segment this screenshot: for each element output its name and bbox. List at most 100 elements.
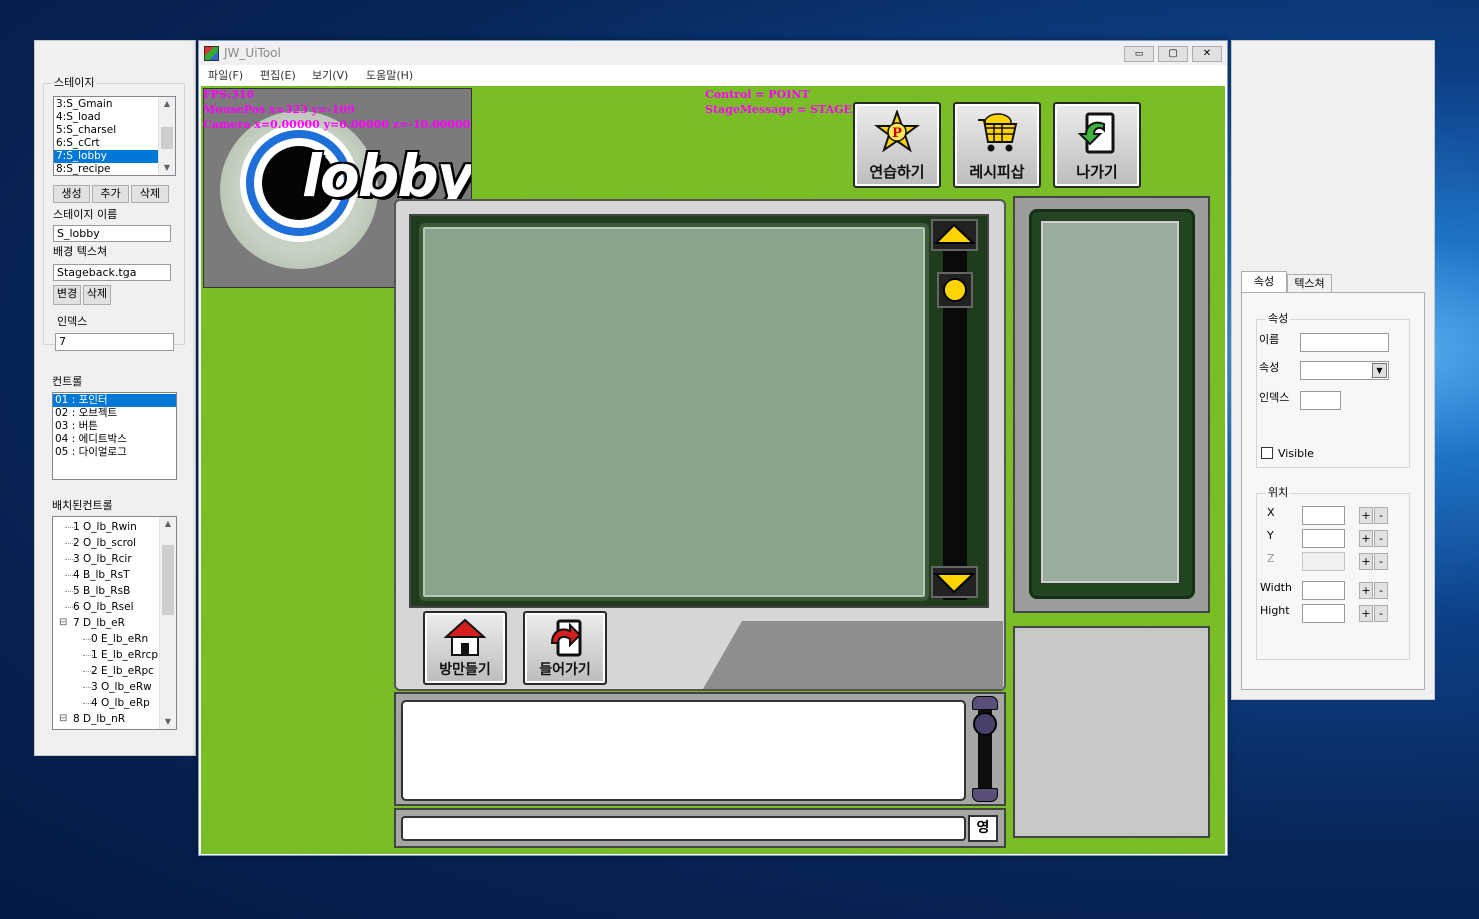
- room-scroll-up-button[interactable]: [931, 219, 978, 251]
- maximize-button[interactable]: ▢: [1158, 46, 1188, 62]
- change-texture-button[interactable]: 변경: [53, 285, 81, 305]
- menu-help[interactable]: 도움말(H): [366, 69, 413, 82]
- tree-node[interactable]: 2 O_lb_scrol: [53, 535, 176, 551]
- stage-list-item[interactable]: 7:S_lobby: [54, 150, 175, 163]
- tree-node-label: 0 E_lb_eRn: [91, 633, 149, 645]
- chat-scroll-thumb[interactable]: [973, 712, 997, 736]
- tree-node[interactable]: 3 O_lb_eRw: [53, 679, 176, 695]
- stage-list-item[interactable]: 8:S_recipe: [54, 163, 175, 175]
- tree-node[interactable]: 1 O_lb_Rwin: [53, 519, 176, 535]
- tree-node[interactable]: ⊟ 7 D_lb_eR: [53, 615, 176, 631]
- language-toggle-button[interactable]: 영: [968, 815, 998, 842]
- scroll-thumb[interactable]: [161, 127, 173, 149]
- stage-list-item[interactable]: 5:S_charsel: [54, 124, 175, 137]
- scroll-up-icon[interactable]: ▲: [160, 517, 176, 531]
- create-stage-button[interactable]: 생성: [53, 185, 90, 203]
- close-button[interactable]: ✕: [1192, 46, 1222, 62]
- bg-texture-input[interactable]: Stageback.tga: [53, 264, 171, 281]
- tree-node[interactable]: 1 E_lb_eRrcp: [53, 647, 176, 663]
- menu-edit[interactable]: 편집(E): [260, 69, 296, 82]
- y-plus-button[interactable]: +: [1359, 530, 1373, 547]
- tree-node[interactable]: 4 B_lb_RsT: [53, 567, 176, 583]
- menu-view[interactable]: 보기(V): [312, 69, 348, 82]
- scroll-thumb[interactable]: [162, 545, 174, 615]
- tree-node[interactable]: 5 B_lb_RsB: [53, 583, 176, 599]
- width-input[interactable]: [1302, 581, 1345, 600]
- index-label: 인덱스: [57, 315, 88, 328]
- control-list-item[interactable]: 02 : 오브젝트: [53, 407, 176, 420]
- minimize-button[interactable]: ▭: [1124, 46, 1154, 62]
- index-input[interactable]: 7: [55, 333, 174, 351]
- enter-room-button[interactable]: 들어가기: [523, 611, 607, 685]
- stage-list-item[interactable]: 3:S_Gmain: [54, 98, 175, 111]
- tree-node[interactable]: 6 O_lb_Rsel: [53, 599, 176, 615]
- stage-list[interactable]: 3:S_Gmain 4:S_load 5:S_charsel 6:S_cCrt 7:S_…: [53, 96, 176, 176]
- stage-name-input[interactable]: S_lobby: [53, 225, 171, 242]
- room-list-screen[interactable]: [419, 223, 929, 601]
- room-scroll-down-button[interactable]: [931, 566, 978, 598]
- chat-scroll-down-button[interactable]: [972, 788, 998, 802]
- control-list-item[interactable]: 01 : 포인터: [53, 394, 176, 407]
- delete-texture-button[interactable]: 삭제: [83, 285, 111, 305]
- tree-scrollbar[interactable]: ▲ ▼: [159, 517, 176, 729]
- control-list-item[interactable]: 03 : 버튼: [53, 420, 176, 433]
- stage-list-scrollbar[interactable]: ▲ ▼: [158, 97, 175, 175]
- height-input[interactable]: [1302, 604, 1345, 623]
- control-list-item[interactable]: 05 : 다이얼로그: [53, 446, 176, 459]
- placed-controls-tree[interactable]: 1 O_lb_Rwin 2 O_lb_scrol 3 O_lb_Rcir 4 B_lb…: [52, 516, 177, 730]
- title-bar[interactable]: JW_UiTool ▭ ▢ ✕: [199, 41, 1227, 65]
- tree-expander-icon[interactable]: ⊟: [59, 711, 67, 727]
- tree-node[interactable]: 2 E_lb_eRpc: [53, 663, 176, 679]
- user-info-screen[interactable]: [1041, 221, 1179, 583]
- stage-list-item[interactable]: 4:S_load: [54, 111, 175, 124]
- tree-expander-icon[interactable]: ⊟: [59, 615, 67, 631]
- make-room-label: 방만들기: [439, 662, 491, 678]
- room-scroll-thumb[interactable]: [937, 272, 973, 308]
- scroll-down-icon[interactable]: ▼: [159, 161, 175, 175]
- x-plus-button[interactable]: +: [1359, 507, 1373, 524]
- name-input[interactable]: [1300, 333, 1389, 352]
- tree-node[interactable]: ⊟ 8 D_lb_nR: [53, 711, 176, 727]
- make-room-button[interactable]: 방만들기: [423, 611, 507, 685]
- prop-index-input[interactable]: [1300, 391, 1341, 410]
- y-input[interactable]: [1302, 529, 1345, 548]
- y-minus-button[interactable]: -: [1374, 530, 1388, 547]
- exit-button[interactable]: 나가기: [1053, 102, 1141, 188]
- delete-stage-button[interactable]: 삭제: [131, 185, 169, 203]
- stage-list-item[interactable]: 6:S_cCrt: [54, 137, 175, 150]
- tree-node[interactable]: 4 O_lb_eRp: [53, 695, 176, 711]
- height-label: Hight: [1260, 604, 1290, 617]
- width-plus-button[interactable]: +: [1359, 582, 1373, 599]
- debug-mouse-pos: MousePos x=323 y=-109: [203, 103, 355, 116]
- control-list-item[interactable]: 04 : 에디트박스: [53, 433, 176, 446]
- scroll-up-icon[interactable]: ▲: [159, 97, 175, 111]
- width-label: Width: [1260, 581, 1292, 594]
- chat-input[interactable]: [401, 816, 966, 841]
- tree-node-label: 5 B_lb_RsB: [73, 585, 131, 597]
- z-minus-button[interactable]: -: [1374, 553, 1388, 570]
- control-list[interactable]: 01 : 포인터 02 : 오브젝트 03 : 버튼 04 : 에디트박스 05 : 다…: [52, 392, 177, 480]
- tab-texture[interactable]: 텍스쳐: [1287, 274, 1332, 293]
- width-minus-button[interactable]: -: [1374, 582, 1388, 599]
- recipe-shop-button[interactable]: 레시피삽: [953, 102, 1041, 188]
- attr-select[interactable]: ▼: [1300, 361, 1389, 380]
- height-minus-button[interactable]: -: [1374, 605, 1388, 622]
- chat-scroll-up-button[interactable]: [972, 696, 998, 710]
- x-minus-button[interactable]: -: [1374, 507, 1388, 524]
- arrow-down-icon: [933, 573, 976, 594]
- x-input[interactable]: [1302, 506, 1345, 525]
- menu-file[interactable]: 파일(F): [208, 69, 243, 82]
- add-stage-button[interactable]: 추가: [92, 185, 129, 203]
- scroll-down-icon[interactable]: ▼: [160, 715, 176, 729]
- practice-button[interactable]: P 연습하기: [853, 102, 941, 188]
- render-canvas[interactable]: lobby FPS:316 MousePos x=323 y=-109 Came…: [201, 86, 1225, 854]
- chat-log[interactable]: [401, 700, 966, 801]
- z-plus-button[interactable]: +: [1359, 553, 1373, 570]
- tab-properties[interactable]: 속성: [1241, 271, 1287, 293]
- chevron-down-icon[interactable]: ▼: [1372, 363, 1387, 378]
- tree-node-label: 1 O_lb_Rwin: [73, 521, 137, 533]
- tree-node[interactable]: 3 O_lb_Rcir: [53, 551, 176, 567]
- height-plus-button[interactable]: +: [1359, 605, 1373, 622]
- tree-node[interactable]: 0 E_lb_eRn: [53, 631, 176, 647]
- visible-checkbox[interactable]: [1261, 447, 1273, 459]
